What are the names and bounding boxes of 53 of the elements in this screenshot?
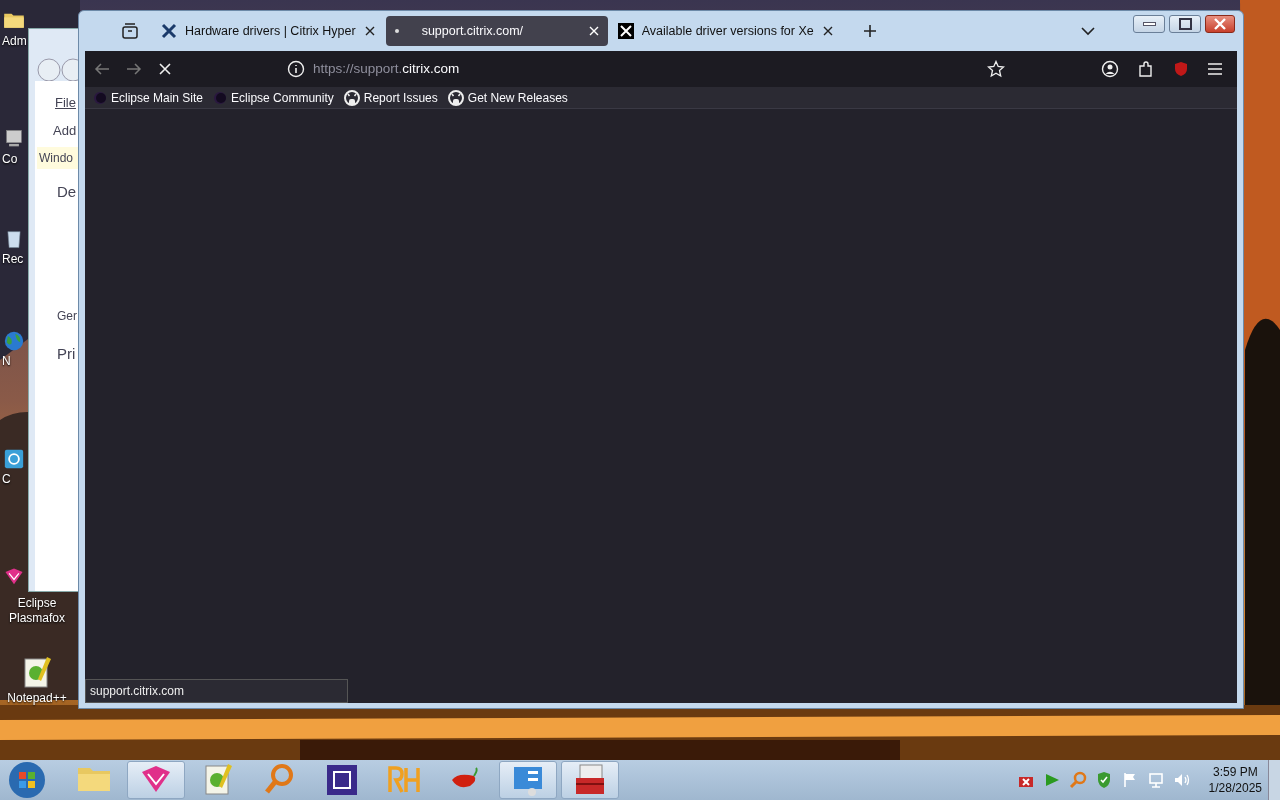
menu-item[interactable]: File — [55, 93, 76, 113]
forward-arrow-icon[interactable] — [125, 61, 143, 77]
device-label: Ger — [57, 308, 77, 325]
close-icon — [1213, 18, 1227, 30]
close-icon[interactable] — [821, 25, 834, 37]
github-icon — [447, 89, 464, 106]
icon-label: Eclipse Plasmafox — [8, 596, 66, 626]
maximize-icon — [1178, 18, 1192, 30]
tab-title: Hardware drivers | Citrix Hyper — [185, 22, 356, 40]
toolbar-button[interactable]: Add — [53, 121, 77, 141]
puzzle-icon[interactable] — [1137, 60, 1155, 78]
icon-label: Notepad++ — [7, 691, 67, 706]
start-button-icon[interactable] — [7, 760, 47, 800]
group-header[interactable]: De — [57, 181, 77, 204]
bookmark-link[interactable]: Eclipse Community — [213, 88, 334, 107]
browser-tab[interactable]: Available driver versions for Xe — [609, 16, 842, 46]
star-icon[interactable] — [987, 60, 1005, 78]
github-icon — [343, 89, 360, 106]
browser-tab[interactable]: Hardware drivers | Citrix Hyper — [153, 16, 384, 46]
maximize-button[interactable] — [1169, 15, 1201, 33]
tab-title: support.citrix.com/ — [421, 22, 525, 40]
tab-overview-icon[interactable] — [121, 22, 139, 40]
info-icon[interactable] — [287, 60, 305, 78]
browser-tab[interactable]: support.citrix.com/ — [385, 16, 608, 46]
eclipse-icon — [213, 90, 228, 105]
info-banner: Windo — [37, 147, 79, 169]
bookmark-link[interactable]: Report Issues — [343, 88, 438, 107]
back-button-icon[interactable] — [37, 57, 79, 83]
bookmark-link[interactable]: Eclipse Main Site — [93, 88, 204, 107]
back-arrow-icon[interactable] — [93, 61, 111, 77]
status-url: support.citrix.com — [85, 679, 348, 703]
icon-label: Adm — [2, 34, 27, 49]
account-icon[interactable] — [1101, 60, 1119, 78]
icon-label: C — [2, 472, 11, 487]
menu-icon[interactable] — [1207, 62, 1223, 76]
icon-label: Rec — [2, 252, 24, 267]
chip-icon — [324, 762, 360, 798]
stop-icon[interactable] — [157, 61, 173, 77]
taskbar-button[interactable] — [561, 761, 619, 799]
minimize-icon — [1142, 22, 1156, 26]
icon-label: Co — [2, 152, 18, 167]
icon-label: N — [2, 354, 11, 369]
shield-icon[interactable] — [1173, 61, 1189, 77]
globe-icon[interactable] — [3, 330, 25, 352]
close-button[interactable] — [1205, 15, 1235, 33]
group-header[interactable]: Pri — [57, 343, 76, 366]
eclipse-icon — [93, 90, 107, 105]
bookmark-link[interactable]: Get New Releases — [447, 88, 568, 107]
close-icon[interactable] — [363, 25, 376, 37]
tab-title: Available driver versions for Xe — [641, 22, 814, 40]
minimize-button[interactable] — [1133, 15, 1165, 33]
clock[interactable]: 3:59 PM 1/28/2025 — [1208, 764, 1262, 796]
new-tab-icon[interactable] — [861, 23, 878, 39]
